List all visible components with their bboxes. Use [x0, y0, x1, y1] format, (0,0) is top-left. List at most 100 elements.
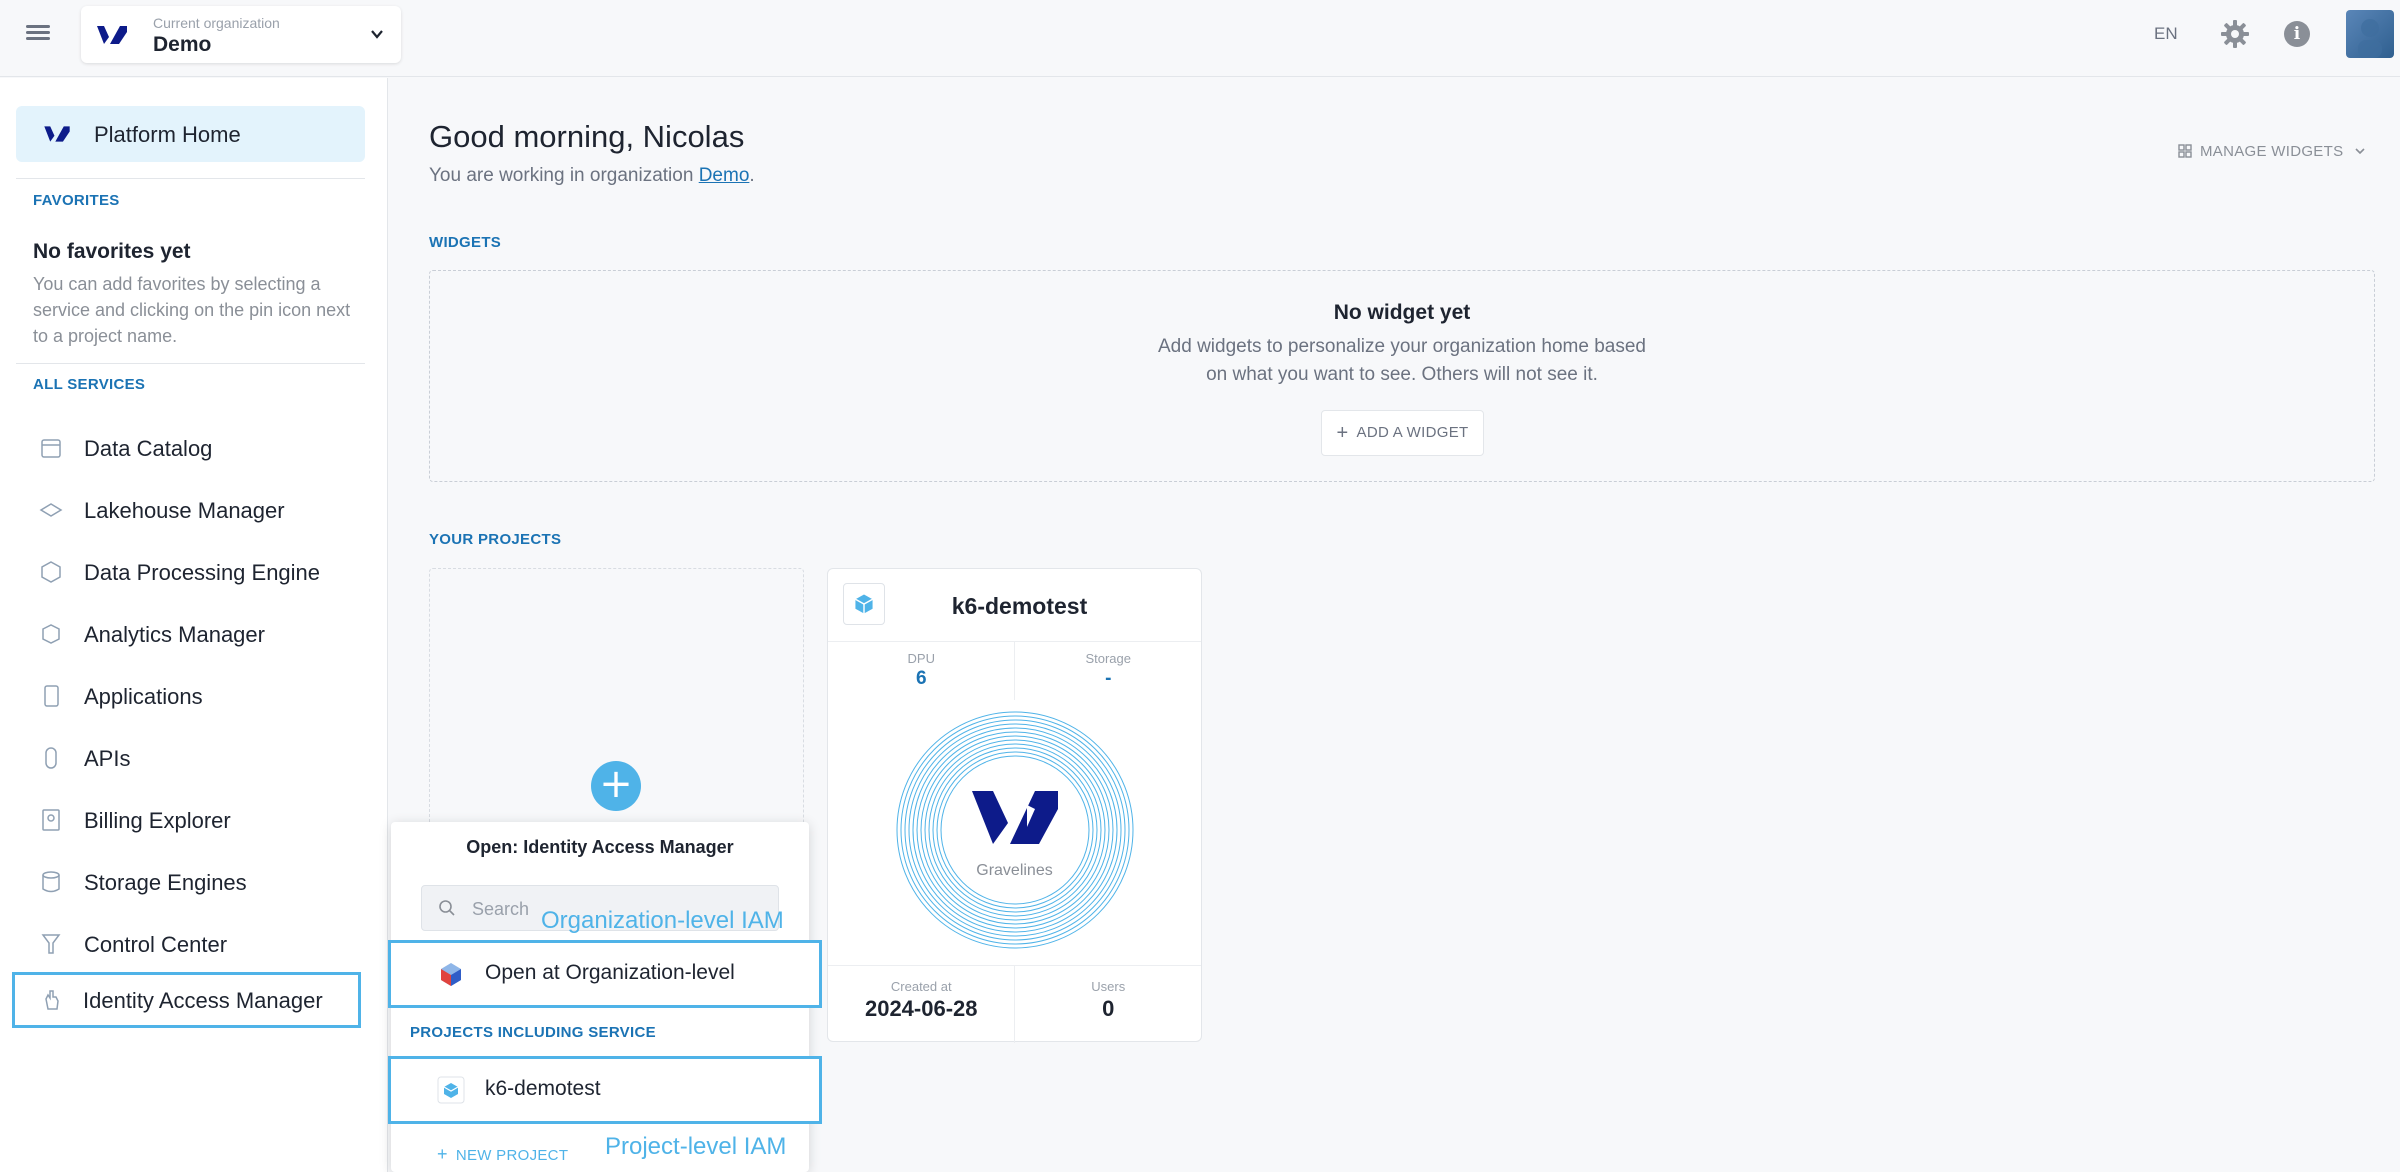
page-title: Good morning, Nicolas: [429, 119, 745, 154]
project-cube-icon: [437, 1076, 465, 1104]
storage-stat: Storage -: [1015, 651, 1202, 690]
sidebar-item-label: Applications: [84, 684, 203, 709]
sidebar-item-analytics-manager[interactable]: Analytics Manager: [16, 606, 365, 662]
region-name: Gravelines: [976, 862, 1053, 879]
grid-icon: [2178, 144, 2192, 158]
control-center-icon: [41, 934, 61, 954]
open-organization-level-item[interactable]: Open at Organization-level: [388, 940, 822, 1008]
plus-icon: +: [437, 1144, 448, 1164]
sidebar-item-lakehouse-manager[interactable]: Lakehouse Manager: [16, 482, 365, 538]
info-icon[interactable]: i: [2284, 21, 2310, 47]
projects-including-service-title: PROJECTS INCLUDING SERVICE: [410, 1024, 656, 1041]
sidebar-item-label: Control Center: [84, 932, 228, 957]
analytics-icon: [42, 624, 60, 644]
avatar[interactable]: [2346, 10, 2394, 58]
dpu-stat: DPU 6: [828, 651, 1015, 690]
gear-icon[interactable]: [2220, 19, 2250, 49]
created-label: Created at: [890, 979, 952, 994]
language-switch[interactable]: EN: [2154, 24, 2178, 44]
projects-section-title: YOUR PROJECTS: [429, 531, 562, 548]
add-widget-label: ADD A WIDGET: [1356, 424, 1469, 441]
project-name: k6-demotest: [951, 593, 1088, 619]
widgets-empty-state: No widget yet Add widgets to personalize…: [429, 270, 2375, 482]
new-project-label: NEW PROJECT: [455, 1147, 569, 1164]
organization-link[interactable]: Demo: [699, 165, 750, 186]
sidebar-item-applications[interactable]: Applications: [16, 668, 365, 724]
applications-icon: [44, 685, 59, 707]
project-item-label: k6-demotest: [485, 1077, 601, 1100]
sidebar-item-label: Identity Access Manager: [83, 988, 323, 1013]
subtext-prefix: You are working in organization: [429, 165, 694, 186]
annotation-project-level: Project-level IAM: [605, 1133, 787, 1160]
ovh-logo-icon: [44, 126, 70, 142]
manage-widgets-label: MANAGE WIDGETS: [2200, 143, 2344, 160]
sidebar-item-platform-home[interactable]: Platform Home: [16, 106, 365, 162]
favorites-section-title: FAVORITES: [33, 192, 120, 209]
lakehouse-icon: [39, 503, 63, 517]
add-project-button[interactable]: +: [591, 761, 641, 811]
chevron-down-icon: [371, 30, 383, 39]
open-service-popover: Open: Identity Access Manager Open at Or…: [388, 822, 822, 1172]
plus-icon: +: [1336, 422, 1349, 444]
annotation-organization-level: Organization-level IAM: [541, 907, 784, 934]
organization-icon: [441, 963, 461, 986]
organization-selector[interactable]: Current organization Demo: [81, 6, 401, 63]
widgets-section-title: WIDGETS: [429, 234, 502, 251]
users-value: 0: [1102, 996, 1115, 1021]
billing-icon: [42, 809, 60, 831]
storage-value: -: [1105, 668, 1112, 689]
sidebar-item-data-processing-engine[interactable]: Data Processing Engine: [16, 544, 365, 600]
sidebar-item-label: APIs: [84, 746, 131, 771]
new-project-button[interactable]: + NEW PROJECT: [437, 1144, 568, 1165]
divider: [16, 363, 365, 364]
sidebar-item-label: Data Catalog: [84, 436, 213, 461]
add-widget-button[interactable]: + ADD A WIDGET: [1321, 410, 1484, 456]
sidebar-item-apis[interactable]: APIs: [16, 730, 365, 786]
search-icon: [439, 900, 455, 916]
created-value: 2024-06-28: [864, 996, 978, 1021]
sidebar-item-storage-engines[interactable]: Storage Engines: [16, 854, 365, 910]
sidebar-item-data-catalog[interactable]: Data Catalog: [16, 420, 365, 476]
no-favorites-title: No favorites yet: [33, 240, 191, 263]
divider: [16, 178, 365, 179]
manage-widgets-button[interactable]: MANAGE WIDGETS: [2178, 143, 2366, 160]
project-card[interactable]: k6-demotest DPU 6 Storage - Gravelines C…: [827, 568, 1202, 1043]
apis-icon: [45, 747, 57, 769]
sidebar-item-identity-access-manager[interactable]: Identity Access Manager: [12, 972, 361, 1028]
processing-engine-icon: [41, 561, 61, 583]
storage-icon: [42, 871, 60, 893]
sidebar-item-control-center[interactable]: Control Center: [16, 916, 365, 972]
organization-subtext: You are working in organization Demo.: [429, 165, 755, 187]
all-services-section-title: ALL SERVICES: [33, 376, 146, 393]
no-widget-line-2: on what you want to see. Others will not…: [1206, 364, 1598, 385]
data-catalog-icon: [41, 439, 61, 458]
chevron-down-icon: [2355, 148, 2365, 155]
org-name: Demo: [153, 33, 212, 56]
dpu-value: 6: [915, 668, 927, 689]
popover-title: Open: Identity Access Manager: [466, 837, 734, 857]
subtext-suffix: .: [749, 165, 755, 186]
sidebar-item-label: Storage Engines: [84, 870, 247, 895]
top-bar: Current organization Demo EN i: [0, 0, 2400, 77]
iam-hand-icon: [45, 990, 59, 1010]
sidebar-item-label: Lakehouse Manager: [84, 498, 285, 523]
sidebar-item-billing-explorer[interactable]: Billing Explorer: [16, 792, 365, 848]
sidebar-item-label: Analytics Manager: [84, 622, 265, 647]
open-organization-level-label: Open at Organization-level: [485, 961, 735, 984]
no-favorites-description: You can add favorites by selecting a ser…: [33, 274, 351, 346]
sidebar: Platform Home FAVORITES No favorites yet…: [0, 78, 388, 1172]
project-item-k6-demotest[interactable]: k6-demotest: [388, 1056, 822, 1124]
org-caption: Current organization: [153, 15, 280, 31]
no-widget-line-1: Add widgets to personalize your organiza…: [1158, 336, 1646, 357]
avatar-icon: [2358, 19, 2382, 58]
no-widget-title: No widget yet: [1333, 301, 1471, 324]
project-card-header: k6-demotest: [828, 569, 1201, 642]
dpu-label: DPU: [907, 651, 935, 666]
menu-icon[interactable]: [26, 22, 50, 46]
sidebar-item-label: Platform Home: [94, 122, 241, 147]
sidebar-item-label: Data Processing Engine: [84, 560, 321, 585]
no-widget-description: Add widgets to personalize your organiza…: [430, 333, 2374, 389]
users-label: Users: [1091, 979, 1126, 994]
ovh-logo-icon: [97, 26, 127, 44]
created-stat: Created at 2024-06-28: [828, 979, 1015, 1022]
